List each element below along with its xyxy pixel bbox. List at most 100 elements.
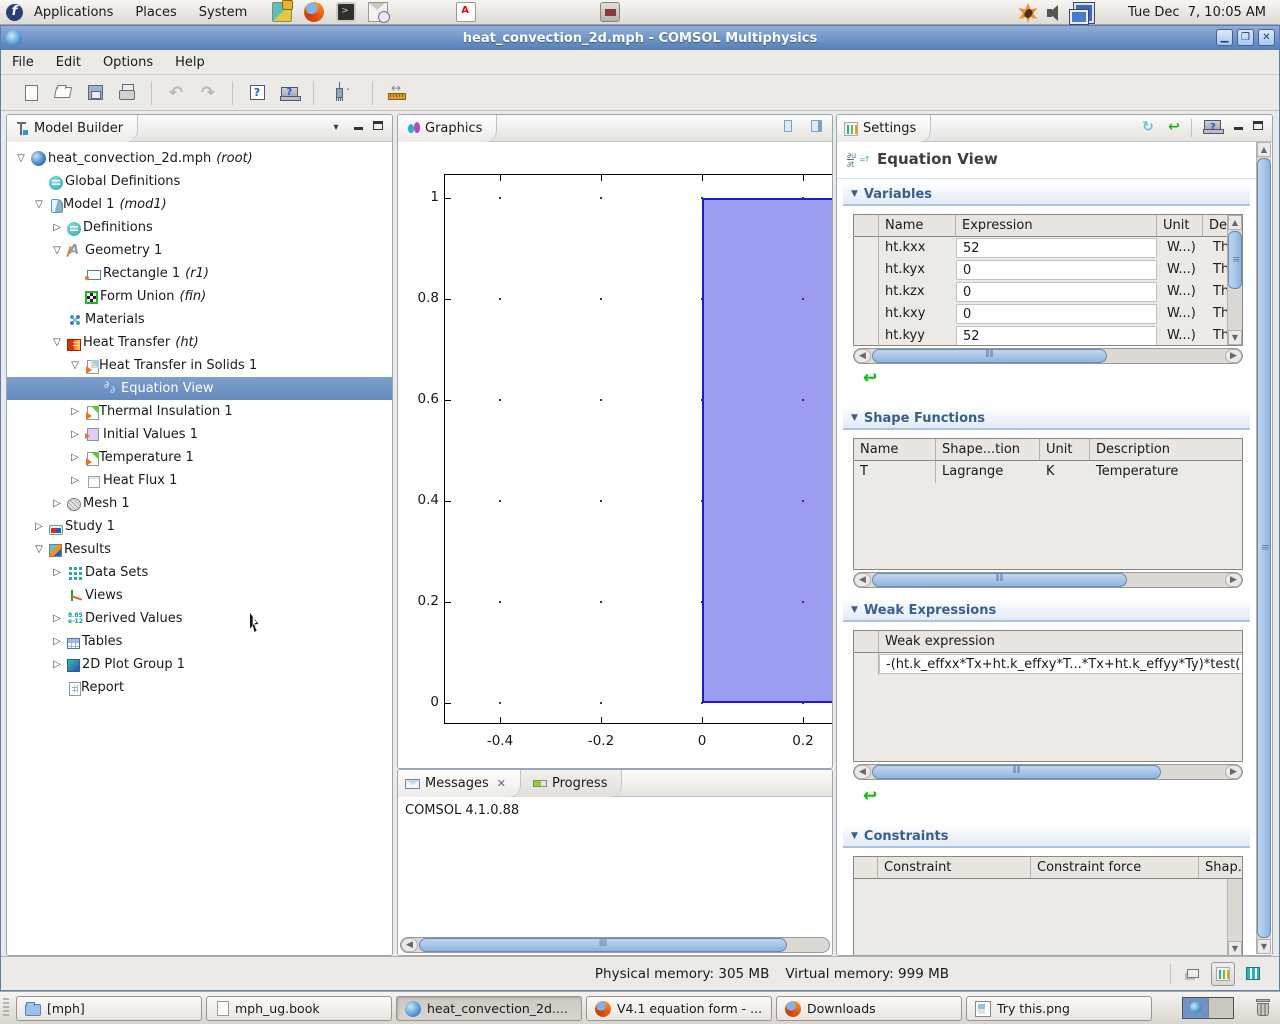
scrollbar-thumb[interactable] bbox=[872, 573, 1127, 587]
weak_expressions-hscrollbar[interactable]: ◀▶ bbox=[853, 764, 1243, 780]
firefox-icon[interactable] bbox=[304, 2, 324, 22]
table-row[interactable]: -(ht.k_effxx*Tx+ht.k_effxy*T...*Tx+ht.k_… bbox=[854, 653, 1242, 675]
expand-arrow-icon[interactable]: ▷ bbox=[49, 498, 65, 509]
table-row[interactable]: ht.kxy0W...)Th bbox=[854, 303, 1242, 325]
tree-item-thermal-insulation-1[interactable]: ▷Thermal Insulation 1 bbox=[7, 400, 392, 423]
tree-item-study-1[interactable]: ▷Study 1 bbox=[7, 515, 392, 538]
tree-item-definitions[interactable]: ▷Definitions bbox=[7, 216, 392, 239]
tree-item-heat-convection-2d-mph[interactable]: ▽heat_convection_2d.mph(root) bbox=[7, 147, 392, 170]
scroll-left-icon[interactable]: ◀ bbox=[854, 765, 871, 779]
tree-item-initial-values-1[interactable]: ▷Initial Values 1 bbox=[7, 423, 392, 446]
mailclock-icon[interactable] bbox=[368, 2, 388, 22]
scroll-right-icon[interactable]: ▶ bbox=[1225, 349, 1242, 363]
table-vscrollbar[interactable]: ▲▼ bbox=[1227, 215, 1242, 345]
revert-button[interactable]: ↩ bbox=[863, 786, 877, 806]
trash-icon[interactable] bbox=[1254, 996, 1272, 1018]
tree-item-heat-transfer[interactable]: ▽Heat Transfer(ht) bbox=[7, 331, 392, 354]
close-icon[interactable]: ✕ bbox=[497, 777, 506, 790]
tree-item-geometry-1[interactable]: ▽Geometry 1 bbox=[7, 239, 392, 262]
collapse-arrow-icon[interactable]: ▽ bbox=[67, 360, 83, 371]
section-header-shape_functions[interactable]: ▼Shape Functions bbox=[843, 408, 1250, 430]
panel-minimize-button[interactable] bbox=[350, 120, 366, 136]
collapse-arrow-icon[interactable]: ▽ bbox=[49, 337, 65, 348]
task-try-this-png[interactable]: Try this.png bbox=[966, 996, 1152, 1021]
close-button[interactable]: ✕ bbox=[1258, 29, 1275, 46]
collapse-arrow-icon[interactable]: ▼ bbox=[851, 413, 858, 423]
expand-arrow-icon[interactable]: ▷ bbox=[49, 567, 65, 578]
task--mph-[interactable]: [mph] bbox=[16, 996, 202, 1021]
scrollbar-thumb[interactable] bbox=[872, 765, 1161, 779]
clock[interactable]: Tue Dec 7, 10:05 AM bbox=[1128, 0, 1266, 25]
terminal-icon[interactable] bbox=[336, 2, 356, 22]
minimize-button[interactable]: ▁ bbox=[1216, 29, 1233, 46]
tree-item-materials[interactable]: Materials bbox=[7, 308, 392, 331]
shape_functions-table[interactable]: NameShape...tionUnitDescriptionTLagrange… bbox=[853, 438, 1243, 570]
expand-arrow-icon[interactable]: ▷ bbox=[49, 659, 65, 670]
expand-arrow-icon[interactable]: ▷ bbox=[67, 452, 83, 463]
collapse-arrow-icon[interactable]: ▼ bbox=[851, 189, 858, 199]
tree-item-2d-plot-group-1[interactable]: ▷2D Plot Group 1 bbox=[7, 653, 392, 676]
library-button[interactable] bbox=[1241, 962, 1265, 986]
fedora-menu-icon[interactable]: f bbox=[6, 4, 23, 21]
table-vscrollbar[interactable]: ▼ bbox=[1227, 879, 1242, 956]
scroll-right-icon[interactable]: ▶ bbox=[1225, 573, 1242, 587]
tree-item-global-definitions[interactable]: Global Definitions bbox=[7, 170, 392, 193]
workspace-2[interactable] bbox=[1208, 998, 1233, 1018]
scroll-up-icon[interactable]: ▲ bbox=[1228, 215, 1242, 230]
collapse-arrow-icon[interactable]: ▽ bbox=[31, 199, 47, 210]
workspace-switcher[interactable] bbox=[1182, 997, 1234, 1019]
layout-button[interactable] bbox=[1181, 962, 1205, 986]
help-icon[interactable] bbox=[1204, 120, 1220, 136]
expand-arrow-icon[interactable]: ▷ bbox=[67, 429, 83, 440]
editable-cell[interactable]: -(ht.k_effxx*Tx+ht.k_effxy*T...*Tx+ht.k_… bbox=[879, 654, 1243, 674]
tree-item-results[interactable]: ▽Results bbox=[7, 538, 392, 561]
panel-maximize-button[interactable] bbox=[808, 120, 824, 136]
tree-item-rectangle-1[interactable]: Rectangle 1(r1) bbox=[7, 262, 392, 285]
view-menu-button[interactable]: ▾ bbox=[328, 120, 344, 136]
print-button[interactable] bbox=[114, 80, 140, 106]
tree-item-heat-flux-1[interactable]: ▷Heat Flux 1 bbox=[7, 469, 392, 492]
variables-hscrollbar[interactable]: ◀▶ bbox=[853, 348, 1243, 364]
restore-button[interactable]: ❐ bbox=[1237, 29, 1254, 46]
menu-help[interactable]: Help bbox=[164, 50, 216, 75]
volume-icon[interactable] bbox=[1046, 3, 1066, 23]
measure-button[interactable] bbox=[384, 80, 410, 106]
titlebar[interactable]: heat_convection_2d.mph - COMSOL Multiphy… bbox=[1, 26, 1279, 50]
collapse-arrow-icon[interactable]: ▼ bbox=[851, 831, 858, 841]
tree-item-heat-transfer-in-solids-1[interactable]: ▽Heat Transfer in Solids 1 bbox=[7, 354, 392, 377]
settings-toggle-button[interactable] bbox=[1211, 962, 1235, 986]
editable-cell[interactable]: 52 bbox=[956, 326, 1157, 346]
tree-item-tables[interactable]: ▷Tables bbox=[7, 630, 392, 653]
scroll-left-icon[interactable]: ◀ bbox=[401, 938, 418, 952]
scrollbar-thumb[interactable] bbox=[1257, 158, 1271, 938]
tree-item-temperature-1[interactable]: ▷Temperature 1 bbox=[7, 446, 392, 469]
task-downloads[interactable]: Downloads bbox=[776, 996, 962, 1021]
menu-edit[interactable]: Edit bbox=[45, 50, 92, 75]
tree-item-report[interactable]: Report bbox=[7, 676, 392, 699]
clear-dropdown-button[interactable]: ˇ bbox=[325, 80, 361, 106]
screenshot-icon[interactable] bbox=[600, 2, 620, 22]
expand-arrow-icon[interactable]: ▷ bbox=[49, 222, 65, 233]
table-row[interactable]: ht.kyy52W...)Th bbox=[854, 325, 1242, 346]
scrollbar-thumb[interactable] bbox=[1228, 231, 1242, 289]
task-heat-convection-2d-[interactable]: heat_convection_2d.... bbox=[396, 996, 582, 1021]
editable-cell[interactable]: 0 bbox=[956, 282, 1157, 302]
undo-button[interactable]: ↶ bbox=[163, 80, 189, 106]
messages-content[interactable]: COMSOL 4.1.0.88 ◀ bbox=[398, 797, 832, 955]
tree-item-data-sets[interactable]: ▷Data Sets bbox=[7, 561, 392, 584]
model-builder-tab[interactable]: Model Builder bbox=[7, 115, 138, 142]
task-mph-ug-book[interactable]: mph_ug.book bbox=[206, 996, 392, 1021]
table-row[interactable]: ht.kyx0W...)Th bbox=[854, 259, 1242, 281]
tree-item-model-1[interactable]: ▽Model 1(mod1) bbox=[7, 193, 392, 216]
expand-arrow-icon[interactable]: ▷ bbox=[49, 613, 65, 624]
editable-cell[interactable]: 0 bbox=[956, 260, 1157, 280]
graphics-tab[interactable]: Graphics bbox=[398, 115, 497, 142]
messages-hscrollbar[interactable]: ◀ bbox=[400, 937, 830, 953]
weak_expressions-table[interactable]: Weak expression-(ht.k_effxx*Tx+ht.k_effx… bbox=[853, 630, 1243, 762]
scroll-left-icon[interactable]: ◀ bbox=[854, 573, 871, 587]
panel-maximize-button[interactable] bbox=[370, 120, 386, 136]
section-header-weak_expressions[interactable]: ▼Weak Expressions bbox=[843, 600, 1250, 622]
shape_functions-hscrollbar[interactable]: ◀▶ bbox=[853, 572, 1243, 588]
messages-tab[interactable]: Messages ✕ bbox=[398, 770, 521, 797]
packages-icon[interactable] bbox=[272, 2, 292, 22]
